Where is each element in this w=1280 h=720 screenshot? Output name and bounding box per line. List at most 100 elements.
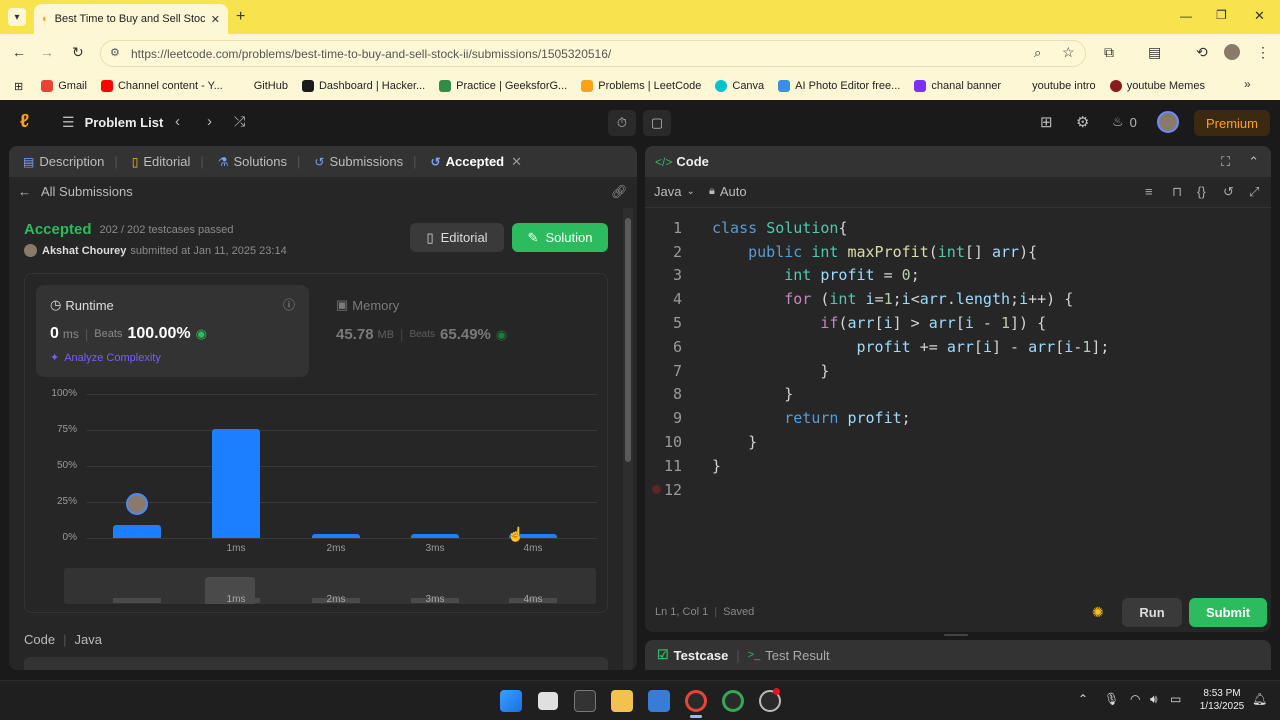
chevron-up-icon[interactable]: ⌃ bbox=[1078, 692, 1088, 706]
more-bookmarks-icon[interactable]: » bbox=[1244, 77, 1251, 91]
code-line[interactable]: 7 } bbox=[645, 359, 1271, 383]
timer-icon[interactable]: ⏱ bbox=[608, 110, 636, 136]
braces-icon[interactable]: {} bbox=[1197, 184, 1206, 199]
code-line[interactable]: 2 public int maxProfit(int[] arr){ bbox=[645, 240, 1271, 264]
battery-icon[interactable]: ▭ bbox=[1170, 692, 1181, 706]
extensions-icon[interactable]: ⧉ bbox=[1104, 44, 1114, 61]
chart-bar[interactable] bbox=[411, 533, 459, 538]
code-line[interactable]: 1 class Solution{ bbox=[645, 216, 1271, 240]
scrollbar-thumb[interactable] bbox=[625, 218, 631, 462]
notes-icon[interactable]: ▢ bbox=[643, 110, 671, 136]
zoom-icon[interactable]: ⌕ bbox=[1034, 45, 1041, 61]
premium-button[interactable]: Premium bbox=[1194, 110, 1270, 136]
streak-counter[interactable]: ♨ 0 bbox=[1112, 114, 1137, 130]
file-explorer-icon[interactable] bbox=[611, 690, 633, 712]
code-editor-panel: </> Code ⛶ ⌃ Java ⌄ 🔒︎ Auto ≡ ⊓ {} ↺ ⤢ 1… bbox=[645, 146, 1271, 632]
collapse-icon[interactable]: ⌃ bbox=[1248, 154, 1259, 170]
code-line[interactable]: 9 return profit; bbox=[645, 406, 1271, 430]
language-select[interactable]: Java ⌄ bbox=[654, 184, 695, 199]
terminal-app-icon[interactable] bbox=[574, 690, 596, 712]
bookmark-hackerrank[interactable]: Dashboard | Hacker... bbox=[301, 80, 425, 92]
resize-handle[interactable] bbox=[944, 634, 968, 636]
code-text: profit += arr[i] - arr[i-1]; bbox=[856, 337, 1110, 356]
close-window-button[interactable]: ✕ bbox=[1254, 8, 1265, 24]
chart-bar[interactable] bbox=[212, 428, 260, 538]
prev-problem-icon[interactable]: ‹ bbox=[175, 113, 180, 130]
close-tab-icon[interactable]: ✕ bbox=[211, 13, 220, 26]
code-line[interactable]: 5 if(arr[i] > arr[i - 1]) { bbox=[645, 311, 1271, 335]
mini-tick-label: 2ms bbox=[326, 594, 346, 605]
back-arrow-icon[interactable]: ← bbox=[12, 44, 26, 60]
browser-tab[interactable]: ◐ Best Time to Buy and Sell Stock ✕ bbox=[34, 4, 228, 34]
bookmark-chanal-banner[interactable]: chanal banner bbox=[914, 80, 1001, 92]
task-view-icon[interactable] bbox=[538, 692, 558, 710]
chrome-app-icon[interactable] bbox=[685, 690, 707, 712]
profile-avatar[interactable] bbox=[1224, 44, 1240, 60]
your-submission-avatar bbox=[126, 493, 148, 516]
mini-tick-label: 3ms bbox=[425, 594, 445, 605]
bookmark-icon[interactable]: ⊓ bbox=[1172, 184, 1182, 200]
reload-icon[interactable]: ↻ bbox=[72, 44, 84, 61]
code-line[interactable]: 10 } bbox=[645, 430, 1271, 454]
bookmark-youtube-intro[interactable]: youtube intro bbox=[1015, 80, 1096, 92]
site-info-icon[interactable]: ⚙ bbox=[110, 46, 120, 59]
code-area[interactable]: 1 class Solution{2 public int maxProfit(i… bbox=[645, 216, 1271, 502]
new-tab-button[interactable]: + bbox=[236, 8, 245, 26]
volume-icon[interactable]: 🔊︎ bbox=[1150, 692, 1158, 707]
address-bar[interactable]: https://leetcode.com/problems/best-time-… bbox=[100, 40, 1086, 67]
leetcode-logo-icon[interactable]: ℓ bbox=[20, 111, 29, 133]
format-icon[interactable]: ≡ bbox=[1145, 184, 1153, 199]
bookmark-github[interactable]: GitHub bbox=[236, 80, 288, 92]
code-label: Code bbox=[24, 632, 56, 647]
bookmark-youtube-memes[interactable]: youtube Memes bbox=[1109, 80, 1205, 92]
tab-test-result[interactable]: >_ Test Result bbox=[748, 648, 830, 663]
next-problem-icon[interactable]: › bbox=[207, 113, 212, 130]
apps-grid-icon[interactable]: ⊞ bbox=[14, 80, 23, 93]
forward-arrow-icon[interactable]: → bbox=[40, 44, 54, 60]
tab-search-button[interactable]: ▾ bbox=[8, 8, 26, 26]
code-line[interactable]: 3 int profit = 0; bbox=[645, 264, 1271, 288]
microphone-icon[interactable]: 🎙︎ bbox=[1104, 692, 1119, 706]
minimize-button[interactable]: — bbox=[1180, 9, 1192, 23]
auto-mode[interactable]: 🔒︎ Auto bbox=[709, 184, 747, 199]
bookmark-leetcode[interactable]: Problems | LeetCode bbox=[581, 80, 701, 92]
debug-bug-icon[interactable]: ✺ bbox=[1092, 604, 1104, 621]
active-app-indicator bbox=[690, 715, 702, 718]
reading-list-icon[interactable]: ▤ bbox=[1148, 44, 1161, 61]
reset-icon[interactable]: ↺ bbox=[1223, 184, 1234, 200]
code-line[interactable]: 12 bbox=[645, 478, 1271, 502]
windows-start-icon[interactable] bbox=[500, 690, 522, 712]
clock-area[interactable]: 8:53 PM 1/13/2025 bbox=[1196, 687, 1248, 713]
code-line[interactable]: 4 for (int i=1;i<arr.length;i++) { bbox=[645, 287, 1271, 311]
notification-bell-icon[interactable]: 🔔︎ bbox=[1252, 692, 1267, 706]
wifi-icon[interactable]: ◠ bbox=[1130, 692, 1140, 706]
bookmark-geeksforgeeks[interactable]: Practice | GeeksforG... bbox=[439, 80, 567, 92]
sync-icon[interactable]: ⟲ bbox=[1196, 44, 1208, 61]
layout-grid-icon[interactable]: ⊞ bbox=[1040, 113, 1053, 131]
user-avatar[interactable] bbox=[1157, 111, 1179, 133]
code-line[interactable]: 11} bbox=[645, 454, 1271, 478]
calculator-icon[interactable] bbox=[648, 690, 670, 712]
expand-icon[interactable]: ⤢ bbox=[1249, 184, 1259, 200]
menu-dots-icon[interactable]: ⋮ bbox=[1256, 44, 1270, 61]
fullscreen-icon[interactable]: ⛶ bbox=[1221, 154, 1230, 170]
settings-gear-icon[interactable]: ⚙ bbox=[1076, 113, 1089, 131]
run-button[interactable]: Run bbox=[1122, 598, 1182, 627]
code-line[interactable]: 6 profit += arr[i] - arr[i-1]; bbox=[645, 335, 1271, 359]
restore-button[interactable]: ❐ bbox=[1216, 8, 1227, 22]
tab-testcase[interactable]: ☑ Testcase bbox=[657, 647, 728, 663]
chart-bar[interactable] bbox=[113, 525, 161, 538]
bookmark-gmail[interactable]: Gmail bbox=[41, 80, 87, 92]
breakpoint-marker-icon[interactable] bbox=[652, 485, 661, 494]
language-value: Java bbox=[654, 184, 682, 199]
bookmark-youtube-channel[interactable]: Channel content - Y... bbox=[100, 80, 223, 92]
bookmark-star-icon[interactable]: ☆ bbox=[1062, 44, 1075, 61]
bookmark-canva[interactable]: Canva bbox=[715, 80, 764, 92]
problem-list-button[interactable]: ☰ Problem List bbox=[62, 114, 163, 131]
bookmark-photo-editor[interactable]: AI Photo Editor free... bbox=[778, 80, 900, 92]
chart-bar[interactable] bbox=[312, 533, 360, 538]
code-line[interactable]: 8 } bbox=[645, 383, 1271, 407]
shuffle-icon[interactable]: ⤮ bbox=[234, 113, 245, 130]
chrome-profile-icon[interactable] bbox=[722, 690, 744, 712]
submit-button[interactable]: Submit bbox=[1189, 598, 1267, 627]
